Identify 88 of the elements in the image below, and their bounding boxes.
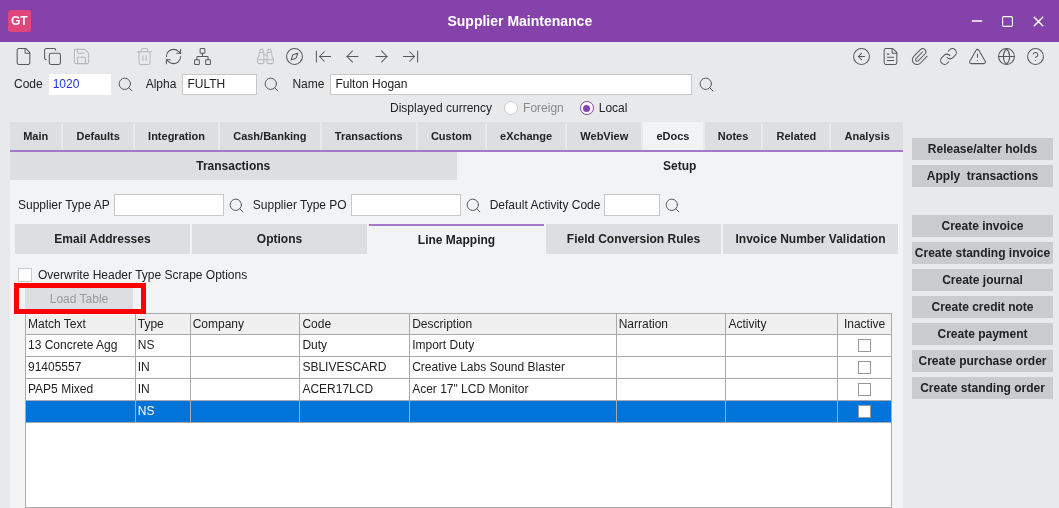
field-label: Alpha <box>145 76 177 93</box>
table-cell: IN <box>137 360 150 374</box>
refresh-icon[interactable] <box>164 46 183 66</box>
column-header: Type <box>135 314 191 334</box>
tab[interactable]: Transactions <box>10 152 457 180</box>
document-icon[interactable] <box>881 46 900 66</box>
field-label: Code <box>14 76 43 93</box>
field-label: Supplier Type PO <box>252 197 347 214</box>
table-cell: Duty <box>302 338 328 352</box>
column-header: Activity <box>726 314 839 334</box>
link-icon[interactable] <box>939 46 958 66</box>
action-button[interactable]: Create standing invoice <box>912 242 1053 264</box>
text-field[interactable] <box>113 194 224 216</box>
table-row[interactable]: NS <box>26 401 891 423</box>
action-button[interactable]: Create standing order <box>912 377 1053 399</box>
tab[interactable]: Related <box>763 122 830 150</box>
tab[interactable]: Custom <box>417 122 485 150</box>
table-row[interactable]: 91405557 IN SBLIVESCARD Creative Labs Sound Blaster <box>26 357 891 379</box>
tab[interactable]: Notes <box>704 122 762 150</box>
column-header: Match Text <box>26 314 136 334</box>
action-button[interactable]: Create payment <box>912 323 1053 345</box>
currency-label: Displayed currency <box>390 100 493 117</box>
table-cell: PAP5 Mixed <box>28 382 94 396</box>
search-icon[interactable] <box>263 75 281 93</box>
copy-icon[interactable] <box>43 46 62 66</box>
tab[interactable]: Transactions <box>321 122 416 150</box>
table-row[interactable]: 13 Concrete Agg NS Duty Import Duty <box>26 335 891 357</box>
action-button[interactable]: Create purchase order <box>912 350 1053 372</box>
field-label: Supplier Type AP <box>18 197 110 214</box>
table-cell: IN <box>137 382 150 396</box>
tab[interactable]: Field Conversion Rules <box>546 224 721 254</box>
table-cell: 91405557 <box>28 360 82 374</box>
back-circle-icon[interactable] <box>852 46 871 66</box>
column-header: Narration <box>616 314 727 334</box>
search-icon[interactable] <box>116 75 134 93</box>
search-icon[interactable] <box>227 196 245 214</box>
action-button[interactable]: Create journal <box>912 269 1053 291</box>
compass-icon[interactable] <box>285 46 304 66</box>
column-header: Inactive <box>842 316 887 333</box>
tab[interactable]: Options <box>192 224 367 254</box>
column-header: Description <box>410 314 617 334</box>
tab[interactable]: Setup <box>456 152 903 180</box>
tab[interactable]: Email Addresses <box>15 224 190 254</box>
tab[interactable]: eXchange <box>487 122 566 150</box>
tab[interactable]: Integration <box>134 122 219 150</box>
action-button[interactable]: Create invoice <box>912 215 1053 237</box>
text-field[interactable] <box>604 194 661 216</box>
action-button[interactable]: Create credit note <box>912 296 1053 318</box>
text-field[interactable]: 1020 <box>48 73 111 95</box>
table-cell: SBLIVESCARD <box>302 360 387 374</box>
network-icon[interactable] <box>193 46 212 66</box>
text-field[interactable]: Fulton Hogan <box>330 73 693 95</box>
search-icon[interactable] <box>698 75 716 93</box>
radio-option[interactable]: Local <box>579 99 628 117</box>
app-logo: GT <box>8 10 31 32</box>
tab[interactable]: Cash/Banking <box>220 122 320 150</box>
table-cell: Creative Labs Sound Blaster <box>412 360 565 374</box>
column-header: Code <box>300 314 411 334</box>
tab[interactable]: WebView <box>567 122 642 150</box>
search-icon[interactable] <box>464 196 482 214</box>
table-cell: Import Duty <box>412 338 475 352</box>
paperclip-icon[interactable] <box>910 46 929 66</box>
search-icon[interactable] <box>664 196 682 214</box>
column-header: Company <box>190 314 301 334</box>
table-cell: NS <box>137 404 155 418</box>
overwrite-checkbox[interactable]: Overwrite Header Type Scrape Options <box>18 266 895 284</box>
table-cell: ACER17LCD <box>302 382 374 396</box>
text-field[interactable]: FULTH <box>182 73 258 95</box>
tab[interactable]: Main <box>10 122 62 150</box>
field-label: Default Activity Code <box>489 197 601 214</box>
text-field[interactable] <box>350 194 461 216</box>
table-cell: Acer 17" LCD Monitor <box>412 382 529 396</box>
action-button[interactable]: Release/alter holds <box>912 138 1053 160</box>
window-title: Supplier Maintenance <box>446 11 594 31</box>
field-label: Name <box>292 76 325 93</box>
globe-icon[interactable] <box>997 46 1016 66</box>
warning-icon[interactable] <box>968 46 987 66</box>
tab[interactable]: Defaults <box>63 122 133 150</box>
help-icon[interactable] <box>1026 46 1045 66</box>
tab[interactable]: Invoice Number Validation <box>723 224 898 254</box>
table-row[interactable]: PAP5 Mixed IN ACER17LCD Acer 17" LCD Monitor <box>26 379 891 401</box>
table-cell: NS <box>137 338 155 352</box>
tab[interactable]: eDocs <box>643 122 703 150</box>
action-button[interactable]: Apply transactions <box>912 165 1053 187</box>
tab[interactable]: Analysis <box>831 122 903 150</box>
table-cell: 13 Concrete Agg <box>28 338 118 352</box>
new-file-icon[interactable] <box>14 46 33 66</box>
maximize-icon[interactable] <box>1001 14 1014 28</box>
